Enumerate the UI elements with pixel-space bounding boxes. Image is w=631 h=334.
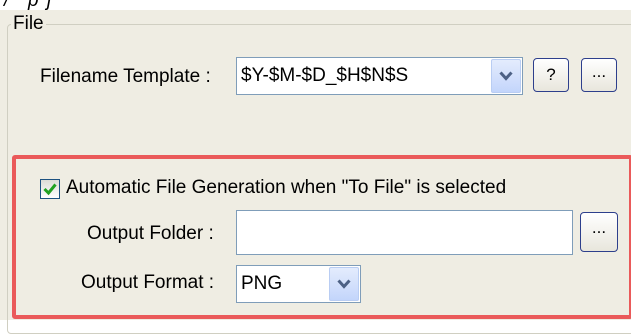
output-folder-browse-button[interactable]: ...	[580, 212, 618, 252]
settings-panel: / p j File Filename Template : $Y-$M-$D_…	[0, 0, 631, 334]
filename-template-label: Filename Template :	[40, 66, 211, 87]
automatic-file-generation-label[interactable]: Automatic File Generation when "To File"…	[66, 177, 506, 199]
automatic-file-generation-checkbox[interactable]	[40, 179, 60, 199]
filename-template-dropdown-button[interactable]	[491, 59, 521, 93]
output-format-label: Output Format :	[81, 272, 215, 293]
output-format-value: PNG	[241, 273, 283, 294]
chevron-down-icon	[499, 71, 513, 81]
output-folder-label: Output Folder :	[87, 223, 214, 244]
checkmark-icon	[43, 183, 57, 196]
group-title-file: File	[11, 13, 46, 35]
output-format-dropdown-button[interactable]	[329, 267, 359, 301]
output-format-select[interactable]: PNG	[236, 265, 361, 303]
filename-template-value: $Y-$M-$D_$H$N$S	[241, 65, 409, 86]
filename-template-browse-button[interactable]: ...	[581, 58, 617, 92]
output-folder-input[interactable]	[236, 210, 573, 255]
clipped-top-text: / p j	[0, 0, 631, 10]
filename-template-combobox[interactable]: $Y-$M-$D_$H$N$S	[236, 57, 523, 95]
chevron-down-icon	[337, 279, 351, 289]
help-button[interactable]: ?	[533, 58, 569, 92]
